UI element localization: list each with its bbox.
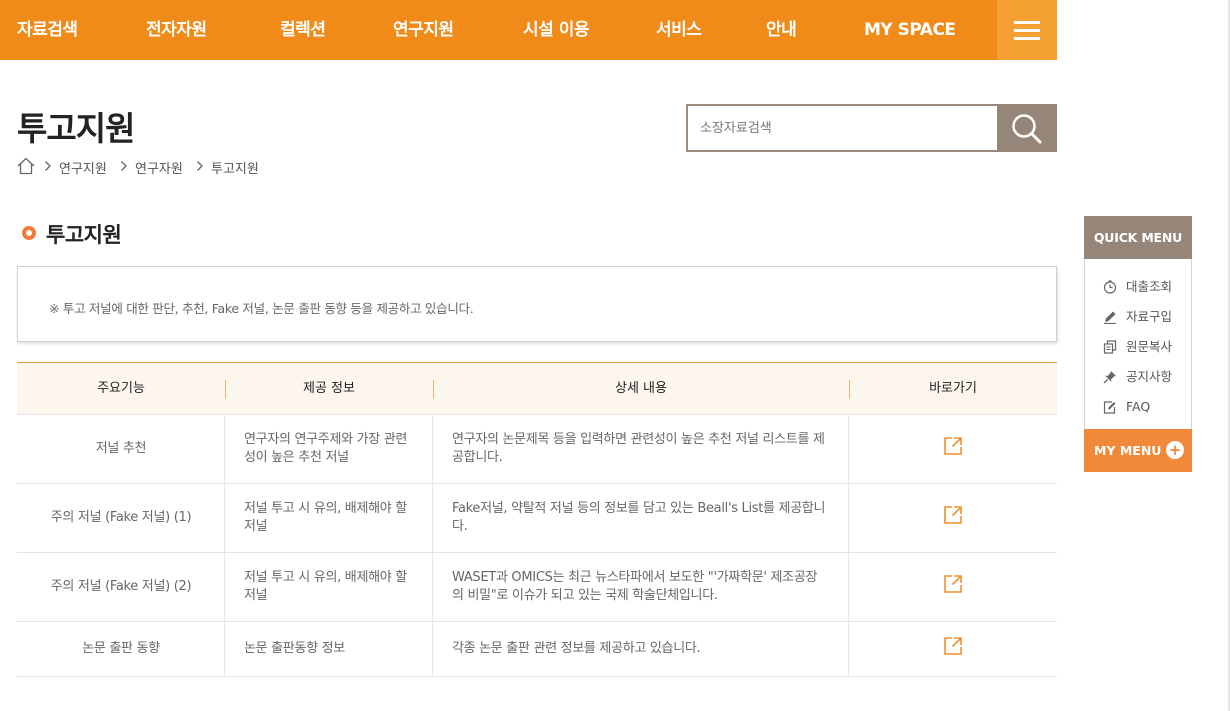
cell-detail-text: Fake저널, 약탈적 저널 등의 정보를 담고 있는 Beall's List…: [452, 501, 826, 534]
cell-detail-text: 각종 논문 출판 관련 정보를 제공하고 있습니다.: [452, 641, 701, 656]
external-link-icon[interactable]: [943, 436, 963, 456]
quick-item-label: 공지사항: [1126, 369, 1173, 384]
column-header-feature: 주요기능: [97, 381, 145, 396]
cell-detail: Fake저널, 약탈적 저널 등의 정보를 담고 있는 Beall's List…: [432, 484, 849, 552]
cell-info: 논문 출판동향 정보: [224, 622, 433, 676]
quick-item-label: 대출조회: [1126, 279, 1173, 294]
pin-icon: [1103, 371, 1116, 384]
plus-icon: +: [1166, 441, 1184, 459]
pencil-icon: [1104, 311, 1116, 324]
table-row: 주의 저널 (Fake 저널) (1) 저널 투고 시 유의, 배제해야 할 저…: [17, 484, 1057, 553]
cell-feature: 저널 추천: [17, 415, 225, 483]
clock-icon: [1103, 280, 1117, 294]
column-header-detail: 상세 내용: [615, 381, 667, 396]
search-icon: [1012, 114, 1042, 144]
external-link-icon[interactable]: [943, 636, 963, 656]
breadcrumb-item[interactable]: 연구자원: [135, 158, 183, 177]
quick-menu: QUICK MENU 대출조회 자료구입 원문복사 공지사항 FAQ MY ME…: [1084, 216, 1192, 472]
cell-detail: 연구자의 논문제목 등을 입력하면 관련성이 높은 추천 저널 리스트를 제공합…: [432, 415, 849, 483]
cell-info: 저널 투고 시 유의, 배제해야 할 저널: [224, 553, 433, 621]
quick-item-loan-check[interactable]: 대출조회: [1085, 272, 1191, 302]
search-box: [686, 104, 998, 152]
cell-info: 연구자의 연구주제와 가장 관련성이 높은 추천 저널: [224, 415, 433, 483]
section-title: 투고지원: [46, 223, 122, 247]
nav-item-collection[interactable]: 컬렉션: [280, 0, 326, 60]
external-link-icon[interactable]: [943, 505, 963, 525]
cell-info-text: 논문 출판동향 정보: [244, 641, 345, 656]
nav-item-services[interactable]: 서비스: [656, 0, 702, 60]
external-link-icon[interactable]: [943, 574, 963, 594]
cell-feature: 주의 저널 (Fake 저널) (2): [17, 553, 225, 621]
edit-icon: [1103, 401, 1116, 414]
section-bullet-icon: [22, 226, 36, 240]
quick-item-copy[interactable]: 원문복사: [1085, 332, 1191, 362]
cell-feature-text: 주의 저널 (Fake 저널) (2): [50, 579, 192, 594]
breadcrumb-item-current[interactable]: 투고지원: [211, 158, 259, 177]
main-nav: 자료검색 전자자원 컬렉션 연구지원 시설 이용 서비스 안내 MY SPACE: [0, 0, 1057, 60]
cell-feature: 주의 저널 (Fake 저널) (1): [17, 484, 225, 552]
search-button[interactable]: [997, 104, 1057, 152]
nav-item-facilities[interactable]: 시설 이용: [523, 0, 589, 60]
cell-detail: 각종 논문 출판 관련 정보를 제공하고 있습니다.: [432, 622, 849, 676]
cell-info-text: 저널 투고 시 유의, 배제해야 할 저널: [244, 501, 407, 534]
nav-item-guide[interactable]: 안내: [766, 0, 797, 60]
cell-info-text: 연구자의 연구주제와 가장 관련성이 높은 추천 저널: [244, 432, 408, 465]
my-menu-button[interactable]: MY MENU +: [1084, 429, 1192, 472]
nav-item-eresources[interactable]: 전자자원: [146, 0, 207, 60]
search-input[interactable]: [688, 106, 998, 150]
table-row: 저널 추천 연구자의 연구주제와 가장 관련성이 높은 추천 저널 연구자의 논…: [17, 415, 1057, 484]
breadcrumb-item[interactable]: 연구지원: [59, 158, 107, 177]
column-header-info: 제공 정보: [303, 381, 355, 396]
quick-item-purchase[interactable]: 자료구입: [1085, 302, 1191, 332]
cell-link: [848, 484, 1057, 552]
nav-item-search[interactable]: 자료검색: [17, 0, 78, 60]
table-header: 주요기능 제공 정보 상세 내용 바로가기: [17, 363, 1057, 415]
cell-feature: 논문 출판 동향: [17, 622, 225, 676]
cell-detail-text: 연구자의 논문제목 등을 입력하면 관련성이 높은 추천 저널 리스트를 제공합…: [452, 432, 825, 465]
column-header-link: 바로가기: [929, 381, 977, 396]
table-row: 논문 출판 동향 논문 출판동향 정보 각종 논문 출판 관련 정보를 제공하고…: [17, 622, 1057, 677]
quick-item-faq[interactable]: FAQ: [1085, 392, 1191, 422]
quick-menu-list: 대출조회 자료구입 원문복사 공지사항 FAQ: [1084, 259, 1192, 429]
nav-item-my-space[interactable]: MY SPACE: [864, 0, 956, 60]
hamburger-icon[interactable]: [997, 0, 1057, 60]
cell-detail: WASET과 OMICS는 최근 뉴스타파에서 보도한 "'가짜학문' 제조공장…: [432, 553, 849, 621]
quick-menu-title: QUICK MENU: [1084, 216, 1192, 259]
cell-feature-text: 저널 추천: [95, 441, 147, 456]
cell-feature-text: 논문 출판 동향: [82, 641, 160, 656]
home-icon[interactable]: [17, 157, 35, 179]
chevron-right-icon: [120, 160, 128, 176]
support-table: 주요기능 제공 정보 상세 내용 바로가기 저널 추천 연구자의 연구주제와 가…: [17, 362, 1057, 677]
page-title: 투고지원: [17, 109, 135, 148]
quick-item-notice[interactable]: 공지사항: [1085, 362, 1191, 392]
nav-item-research-support[interactable]: 연구지원: [393, 0, 454, 60]
cell-link: [848, 553, 1057, 621]
notice-box: ※ 투고 저널에 대한 판단, 추천, Fake 저널, 논문 출판 동향 등을…: [17, 266, 1057, 342]
chevron-right-icon: [44, 160, 52, 176]
table-row: 주의 저널 (Fake 저널) (2) 저널 투고 시 유의, 배제해야 할 저…: [17, 553, 1057, 622]
my-menu-label: MY MENU: [1094, 443, 1162, 458]
cell-link: [848, 622, 1057, 676]
cell-link: [848, 415, 1057, 483]
quick-item-label: FAQ: [1126, 399, 1151, 414]
notice-text: ※ 투고 저널에 대한 판단, 추천, Fake 저널, 논문 출판 동향 등을…: [49, 301, 474, 316]
cell-detail-text: WASET과 OMICS는 최근 뉴스타파에서 보도한 "'가짜학문' 제조공장…: [452, 570, 818, 603]
cell-feature-text: 주의 저널 (Fake 저널) (1): [50, 510, 192, 525]
chevron-right-icon: [196, 160, 204, 176]
quick-item-label: 원문복사: [1126, 339, 1173, 354]
copy-icon: [1103, 340, 1117, 354]
cell-info: 저널 투고 시 유의, 배제해야 할 저널: [224, 484, 433, 552]
cell-info-text: 저널 투고 시 유의, 배제해야 할 저널: [244, 570, 407, 603]
quick-item-label: 자료구입: [1126, 309, 1173, 324]
top-bar: 자료검색 전자자원 컬렉션 연구지원 시설 이용 서비스 안내 MY SPACE: [0, 0, 1230, 60]
